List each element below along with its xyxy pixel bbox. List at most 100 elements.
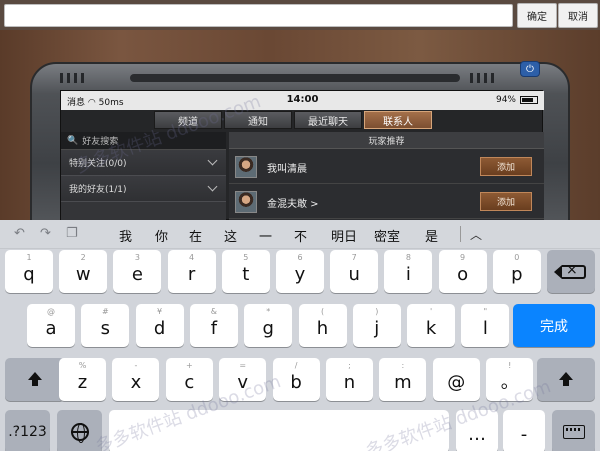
- key[interactable]: 8i: [384, 250, 433, 293]
- key[interactable]: " l: [461, 304, 510, 347]
- key[interactable]: 5t: [221, 250, 270, 293]
- key-alt: 0: [514, 253, 520, 262]
- status-bar: 消息 ◠ 50ms 14:00 94%: [61, 91, 544, 110]
- key-alt: +: [185, 361, 193, 370]
- key[interactable]: 6y: [276, 250, 324, 293]
- player-name: 金混夫敢 >: [267, 199, 319, 210]
- add-friend-button[interactable]: 添加: [480, 192, 532, 211]
- add-friend-button[interactable]: 添加: [480, 157, 532, 176]
- text-input[interactable]: [4, 4, 513, 27]
- avatar: [235, 156, 257, 178]
- tab-2[interactable]: 最近聊天: [294, 111, 362, 129]
- friend-search-input[interactable]: 🔍 好友搜索: [61, 132, 226, 150]
- player-name: 我叫清晨: [267, 164, 307, 175]
- key[interactable]: % z: [59, 358, 106, 401]
- key[interactable]: 0p: [492, 250, 541, 293]
- key-alt: 8: [405, 253, 411, 262]
- key-label: u: [348, 264, 360, 285]
- key-alt: (: [320, 307, 325, 316]
- suggestion-word[interactable]: 明日: [331, 226, 357, 245]
- paste-icon[interactable]: ❐: [66, 226, 78, 241]
- player-row: 金混夫敢 > 添加: [229, 185, 544, 219]
- key[interactable]: = v: [219, 358, 267, 401]
- globe-wrap: [57, 410, 102, 451]
- key[interactable]: 9o: [438, 250, 487, 293]
- key[interactable]: & f: [189, 304, 238, 347]
- backspace-icon: [554, 262, 586, 279]
- numbers-button[interactable]: .?123: [5, 410, 50, 451]
- key-label: c: [184, 372, 195, 393]
- suggestion-word[interactable]: 你: [155, 226, 168, 245]
- key[interactable]: 4r: [167, 250, 216, 293]
- punct-key[interactable]: …: [456, 410, 498, 451]
- friend-search-placeholder: 好友搜索: [82, 137, 119, 147]
- tab-0[interactable]: 频道: [154, 111, 222, 129]
- power-icon[interactable]: ⏻: [520, 61, 540, 77]
- game-screen: 消息 ◠ 50ms 14:00 94% 频道 通知 最近聊天 联系人 🔍 好友搜索 特…: [60, 90, 544, 221]
- key[interactable]: ' k: [407, 304, 456, 347]
- key-alt: 4: [189, 253, 195, 262]
- key[interactable]: / b: [272, 358, 320, 401]
- suggestion-word[interactable]: 在: [189, 226, 202, 245]
- redo-icon[interactable]: ↷: [40, 226, 51, 241]
- key-label: …: [468, 424, 486, 445]
- friend-group-row[interactable]: 我的好友(1/1): [61, 176, 226, 202]
- key[interactable]: !。: [486, 358, 534, 401]
- on-screen-keyboard: ↶ ↷ ❐ 我你在这一不明日 密室是 ︿ 1q2w3e4r5t6y7u8i9o0p…: [0, 220, 600, 451]
- space-bar[interactable]: [109, 410, 449, 451]
- key-label: d: [153, 318, 166, 339]
- punct-key[interactable]: -: [503, 410, 545, 451]
- suggestion-word[interactable]: 一: [259, 226, 272, 245]
- key[interactable]: ; n: [326, 358, 373, 401]
- suggestion-word[interactable]: 这: [224, 226, 237, 245]
- key[interactable]: 7u: [330, 250, 379, 293]
- tab-1[interactable]: 通知: [224, 111, 292, 129]
- key-alt: 9: [460, 253, 466, 262]
- undo-icon[interactable]: ↶: [14, 226, 25, 241]
- shift-button-right[interactable]: [537, 358, 595, 401]
- delete-button[interactable]: [547, 250, 595, 293]
- key[interactable]: 3e: [113, 250, 162, 293]
- done-button[interactable]: 完成: [513, 304, 595, 347]
- key[interactable]: * g: [244, 304, 293, 347]
- friend-group-row[interactable]: 特别关注(0/0): [61, 150, 226, 176]
- key-alt: -: [134, 361, 138, 370]
- key-label: k: [425, 318, 437, 339]
- tab-3[interactable]: 联系人: [364, 111, 432, 129]
- key[interactable]: -x: [112, 358, 160, 401]
- key-label: b: [290, 372, 302, 393]
- key[interactable]: # s: [81, 304, 130, 347]
- key[interactable]: 2w: [59, 250, 108, 293]
- key-alt: 1: [26, 253, 32, 262]
- key[interactable]: + c: [165, 358, 213, 401]
- key[interactable]: @: [432, 358, 480, 401]
- key-label: s: [100, 318, 110, 339]
- hide-keyboard-button[interactable]: [552, 410, 595, 451]
- key[interactable]: :m: [379, 358, 427, 401]
- key[interactable]: ) j: [352, 304, 401, 347]
- confirm-button[interactable]: 确定: [517, 3, 557, 28]
- key[interactable]: ¥ d: [135, 304, 184, 347]
- globe-button[interactable]: [57, 410, 102, 451]
- suggestion-word[interactable]: 我: [119, 226, 132, 245]
- key[interactable]: 1q: [5, 250, 53, 293]
- suggestion-word[interactable]: 是: [425, 226, 438, 245]
- key-label: p: [511, 264, 523, 285]
- key[interactable]: @ a: [27, 304, 75, 347]
- key[interactable]: (h: [298, 304, 347, 347]
- key-label: o: [457, 264, 469, 285]
- keyboard-hide-icon: [562, 424, 585, 439]
- key-alt: ¥: [157, 307, 163, 316]
- key-alt: 7: [351, 253, 357, 262]
- suggestion-word[interactable]: 密室: [374, 226, 400, 245]
- group-label: 特别关注(0/0): [69, 159, 127, 169]
- chevron-up-icon[interactable]: ︿: [470, 226, 482, 243]
- key-alt: =: [239, 361, 247, 370]
- shift-button-left[interactable]: [5, 358, 65, 401]
- shift-icon: [558, 371, 574, 388]
- key-alt: !: [508, 361, 512, 370]
- cancel-button[interactable]: 取消: [558, 3, 598, 28]
- numbers-label: .?123: [8, 423, 47, 440]
- key-label: h: [316, 318, 329, 339]
- suggestion-word[interactable]: 不: [294, 226, 307, 245]
